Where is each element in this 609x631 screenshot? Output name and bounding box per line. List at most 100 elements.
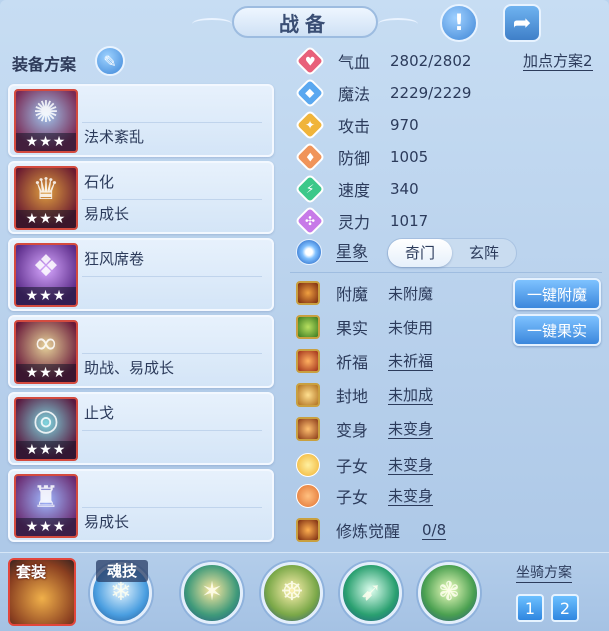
- armor-icon[interactable]: ❖ ★★★: [14, 243, 78, 307]
- speed-icon: ⚡: [294, 173, 326, 205]
- row-separator: [82, 353, 262, 354]
- one-click-fruit-button[interactable]: 一键果实: [513, 314, 601, 346]
- enchant-icon[interactable]: [296, 281, 320, 305]
- equip-slot-2[interactable]: ♛ ★★★ 石化易成长: [8, 161, 274, 234]
- equip-effect-line1: 止戈: [84, 404, 115, 422]
- mana-icon: ◆: [294, 77, 326, 109]
- mount-plan-title[interactable]: 坐骑方案: [516, 565, 572, 583]
- row-separator: [82, 122, 262, 123]
- shield-icon: ♦: [294, 141, 326, 173]
- equip-effect-line2: 法术紊乱: [84, 128, 145, 146]
- equip-slot-5[interactable]: ◎ ★★★ 止戈: [8, 392, 274, 465]
- cultivation-icon[interactable]: [296, 518, 320, 542]
- exclamation-icon: !: [453, 10, 465, 36]
- stat-label: 灵力: [338, 213, 371, 232]
- star-compass-icon: [296, 239, 322, 265]
- mount-plan-1-button[interactable]: 1: [516, 594, 544, 622]
- belt-icon[interactable]: ◎ ★★★: [14, 397, 78, 461]
- blessing-icon[interactable]: [296, 349, 320, 373]
- fan-weapon-icon[interactable]: ✺ ★★★: [14, 89, 78, 153]
- equip-slot-3[interactable]: ❖ ★★★ 狂风席卷: [8, 238, 274, 311]
- suit-label: 套装: [16, 563, 47, 581]
- orb-art: ➹: [360, 577, 382, 607]
- equip-slot-4[interactable]: ∞ ★★★ 助战、易成长: [8, 315, 274, 388]
- share-button[interactable]: ➦: [503, 4, 541, 42]
- stat-row: ♦ 防御 1005: [294, 141, 429, 173]
- fruit-icon[interactable]: [296, 315, 320, 339]
- buff-label: 子女: [336, 488, 369, 507]
- buff-row: 附魔 未附魔: [296, 279, 433, 307]
- item-art: ◎: [32, 403, 60, 438]
- stat-label: 速度: [338, 181, 371, 200]
- stat-value: 1005: [390, 148, 429, 166]
- child-fire-icon[interactable]: [296, 484, 320, 508]
- buff-status[interactable]: 未加成: [388, 386, 434, 405]
- item-art: ♜: [32, 480, 60, 515]
- buff-row: 祈福 未祈福: [296, 347, 434, 375]
- pencil-icon: ✎: [103, 51, 117, 71]
- one-click-enchant-button[interactable]: 一键附魔: [513, 278, 601, 310]
- stat-row: ✣ 灵力 1017: [294, 205, 428, 237]
- share-icon: ➦: [512, 10, 532, 36]
- item-art: ♛: [32, 172, 60, 207]
- monk-skill-icon[interactable]: ☸: [261, 562, 323, 624]
- mount-plan-2-button[interactable]: 2: [551, 594, 579, 622]
- star-option-xuanzhen[interactable]: 玄阵: [452, 239, 516, 267]
- buff-label: 封地: [336, 387, 369, 406]
- stat-row: ✦ 攻击 970: [294, 109, 419, 141]
- slash-skill-icon[interactable]: ➹: [340, 562, 402, 624]
- item-art: ✺: [33, 95, 59, 130]
- necklace-icon[interactable]: ∞ ★★★: [14, 320, 78, 384]
- orb-art: ✶: [201, 577, 223, 607]
- buff-label: 祈福: [336, 353, 369, 372]
- transform-icon[interactable]: [296, 417, 320, 441]
- buff-status[interactable]: 未祈福: [388, 352, 434, 371]
- info-button[interactable]: !: [440, 4, 478, 42]
- divider: [290, 272, 602, 273]
- child-sun-icon[interactable]: [296, 453, 320, 477]
- equip-slot-1[interactable]: ✺ ★★★ 法术紊乱: [8, 84, 274, 157]
- equip-slot-6[interactable]: ♜ ★★★ 易成长: [8, 469, 274, 542]
- heart-icon: ♥: [294, 45, 326, 77]
- star-rating: ★★★: [16, 364, 76, 382]
- star-option-qimen[interactable]: 奇门: [388, 239, 452, 267]
- item-art: ∞: [33, 326, 59, 361]
- equip-effect-line2: 易成长: [84, 205, 130, 223]
- orb-art: ❃: [438, 577, 460, 607]
- star-rating: ★★★: [16, 210, 76, 228]
- stat-value: 2802/2802: [390, 52, 472, 70]
- buff-label: 变身: [336, 421, 369, 440]
- crystal-skill-icon[interactable]: ❃: [418, 562, 480, 624]
- star-image-label[interactable]: 星象: [336, 242, 369, 262]
- star-rating: ★★★: [16, 518, 76, 536]
- edit-equip-plan-button[interactable]: ✎: [95, 46, 125, 76]
- row-separator: [82, 276, 262, 277]
- stat-row: ⚡ 速度 340: [294, 173, 419, 205]
- buff-status[interactable]: 0/8: [422, 521, 447, 540]
- boots-icon[interactable]: ♜ ★★★: [14, 474, 78, 538]
- stat-value: 2229/2229: [390, 84, 472, 102]
- battle-prep-panel: 战备 ! ➦ 装备方案 ✎ ✺ ★★★ 法术紊乱 ♛ ★★★ 石化 易成长 ❖ ★★★ 狂风席卷 ∞…: [0, 0, 609, 631]
- equip-effect-line1: 石化: [84, 173, 115, 191]
- attribute-plan-link[interactable]: 加点方案2: [523, 52, 593, 71]
- equip-effect-line1: 狂风席卷: [84, 250, 145, 268]
- buff-status: 未使用: [388, 318, 434, 337]
- spirit-icon: ✣: [294, 205, 326, 237]
- warrior-skill-icon[interactable]: ✶: [181, 562, 243, 624]
- stat-label: 气血: [338, 53, 371, 72]
- buff-status[interactable]: 未变身: [388, 487, 434, 506]
- buff-label: 修炼觉醒: [336, 522, 401, 541]
- row-separator: [82, 507, 262, 508]
- buff-label: 果实: [336, 319, 369, 338]
- equip-effect-line2: 助战、易成长: [84, 359, 175, 377]
- sword-icon: ✦: [294, 109, 326, 141]
- buff-row: 修炼觉醒 0/8: [296, 516, 447, 544]
- buff-row: 封地 未加成: [296, 381, 434, 409]
- row-separator: [82, 430, 262, 431]
- buff-status[interactable]: 未变身: [388, 420, 434, 439]
- stat-label: 防御: [338, 149, 371, 168]
- scroll-icon[interactable]: [296, 383, 320, 407]
- buff-label: 附魔: [336, 285, 369, 304]
- helmet-icon[interactable]: ♛ ★★★: [14, 166, 78, 230]
- buff-status[interactable]: 未变身: [388, 456, 434, 475]
